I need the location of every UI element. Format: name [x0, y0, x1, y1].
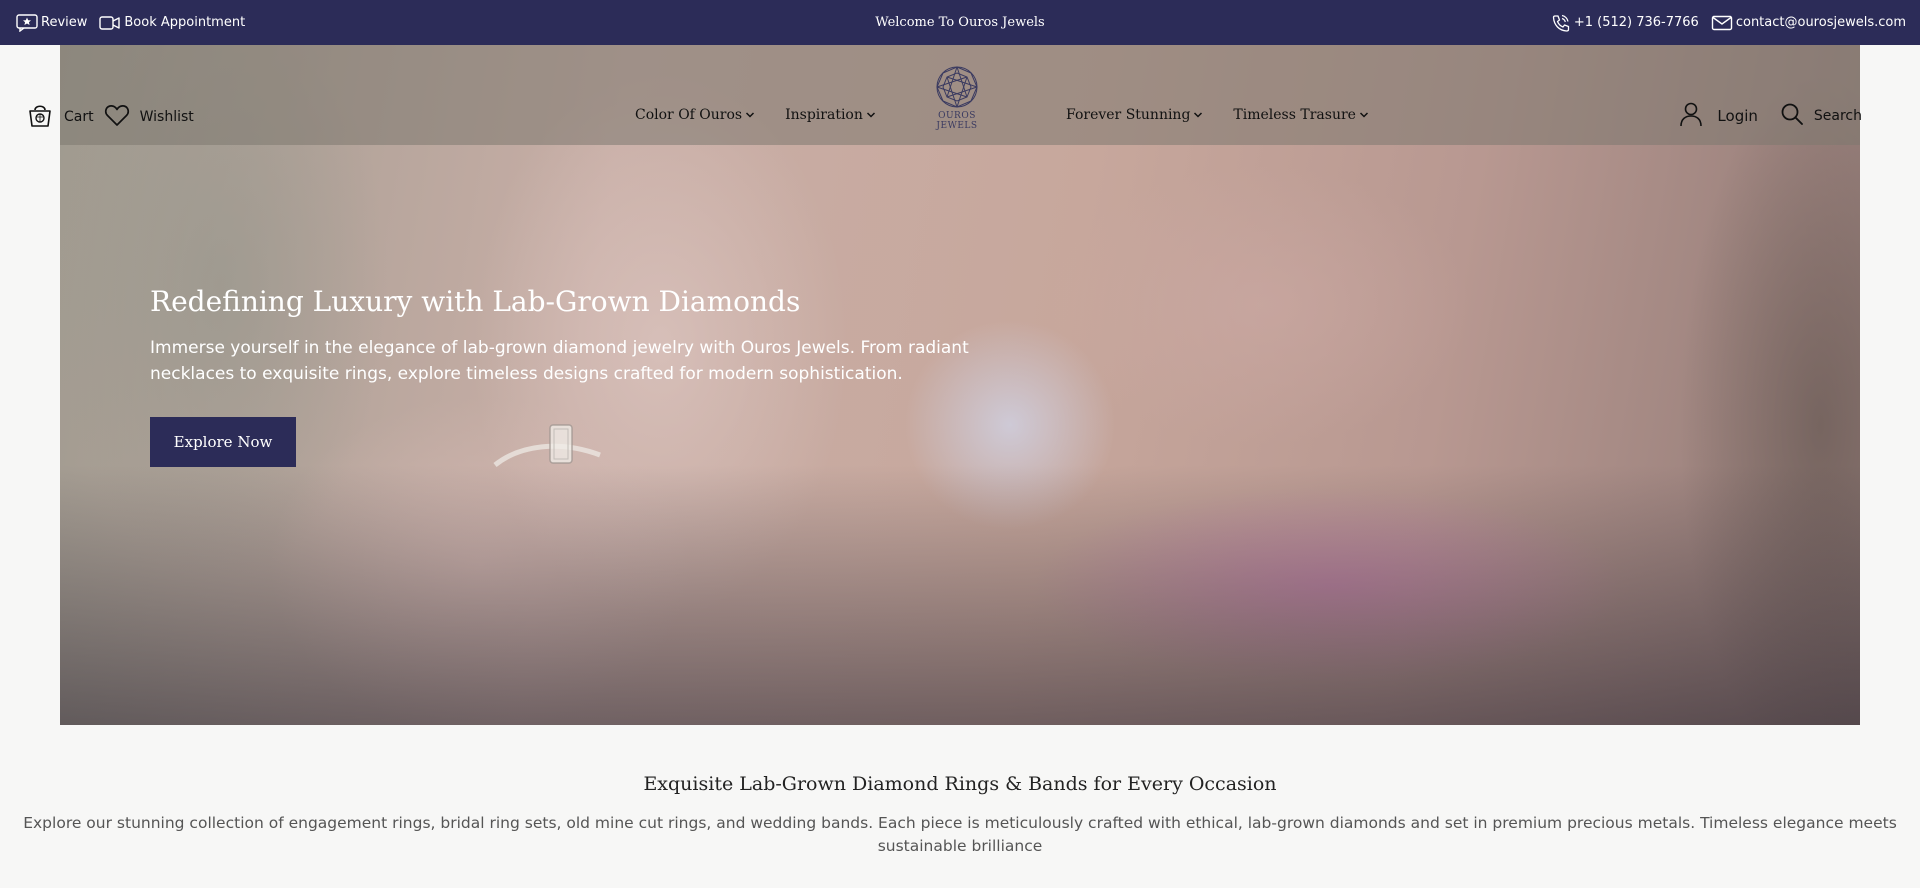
- login-button[interactable]: Login: [1679, 101, 1758, 131]
- email-address: contact@ourosjewels.com: [1735, 15, 1906, 30]
- nav-right-actions: Login Search: [1679, 101, 1862, 131]
- brand-logo[interactable]: OUROS JEWELS: [917, 65, 997, 131]
- nav-timeless-trasure[interactable]: Timeless Trasure: [1233, 107, 1369, 123]
- chevron-down-icon: [745, 107, 755, 123]
- nav-link-label: Color Of Ouros: [635, 107, 743, 123]
- chevron-down-icon: [1359, 107, 1369, 123]
- hero-title: Redefining Luxury with Lab-Grown Diamond…: [150, 285, 801, 318]
- nav-inspiration[interactable]: Inspiration: [785, 107, 876, 123]
- wishlist-label: Wishlist: [139, 109, 194, 125]
- phone-link[interactable]: +1 (512) 736-7766: [1551, 14, 1699, 32]
- section-title: Exquisite Lab-Grown Diamond Rings & Band…: [643, 773, 1277, 795]
- search-label: Search: [1813, 108, 1862, 124]
- video-camera-icon: [99, 15, 121, 31]
- diamond-logo-icon: [936, 66, 978, 108]
- search-icon: [1780, 102, 1804, 130]
- mail-icon: [1711, 15, 1733, 31]
- nav-links-right: Forever Stunning Timeless Trasure: [1066, 107, 1369, 123]
- user-icon: [1679, 101, 1703, 131]
- top-bar-right: +1 (512) 736-7766 contact@ourosjewels.co…: [1551, 14, 1906, 32]
- main-nav: Cart Wishlist Color Of Ouros Inspiration: [0, 45, 1920, 145]
- explore-now-button[interactable]: Explore Now: [150, 416, 296, 467]
- chevron-down-icon: [866, 107, 876, 123]
- nav-link-label: Timeless Trasure: [1233, 107, 1356, 123]
- top-bar: Review Book Appointment Welcome To Ouros…: [0, 0, 1920, 45]
- phone-number: +1 (512) 736-7766: [1573, 15, 1699, 30]
- nav-link-label: Forever Stunning: [1066, 107, 1191, 123]
- cart-button[interactable]: Cart: [26, 101, 94, 133]
- review-label: Review: [41, 15, 88, 30]
- heart-icon: [104, 103, 130, 131]
- phone-icon: [1551, 14, 1571, 32]
- hero-description: Immerse yourself in the elegance of lab-…: [150, 337, 969, 384]
- book-appointment-label: Book Appointment: [124, 15, 246, 30]
- nav-link-label: Inspiration: [785, 107, 863, 123]
- cart-label: Cart: [64, 109, 94, 125]
- cart-icon: [26, 101, 54, 133]
- search-button[interactable]: Search: [1780, 102, 1862, 130]
- nav-left-actions: Cart Wishlist: [26, 101, 204, 133]
- book-appointment-link[interactable]: Book Appointment: [99, 15, 245, 31]
- top-bar-left: Review Book Appointment: [16, 13, 245, 32]
- hero-banner: Redefining Luxury with Lab-Grown Diamond…: [60, 45, 1860, 725]
- hero-content: Redefining Luxury with Lab-Grown Diamond…: [150, 285, 990, 467]
- logo-text: OUROS JEWELS: [936, 111, 978, 131]
- collection-intro: Exquisite Lab-Grown Diamond Rings & Band…: [0, 772, 1920, 858]
- review-icon: [16, 13, 38, 32]
- chevron-down-icon: [1193, 107, 1203, 123]
- nav-color-of-ouros[interactable]: Color Of Ouros: [635, 107, 755, 123]
- hero-bottom-shade: [60, 465, 1860, 725]
- email-link[interactable]: contact@ourosjewels.com: [1711, 15, 1906, 31]
- review-link[interactable]: Review: [16, 13, 88, 32]
- nav-forever-stunning[interactable]: Forever Stunning: [1066, 107, 1203, 123]
- nav-links-left: Color Of Ouros Inspiration: [635, 107, 876, 123]
- login-label: Login: [1717, 107, 1758, 125]
- wishlist-button[interactable]: Wishlist: [104, 103, 194, 131]
- section-description: Explore our stunning collection of engag…: [23, 813, 1897, 855]
